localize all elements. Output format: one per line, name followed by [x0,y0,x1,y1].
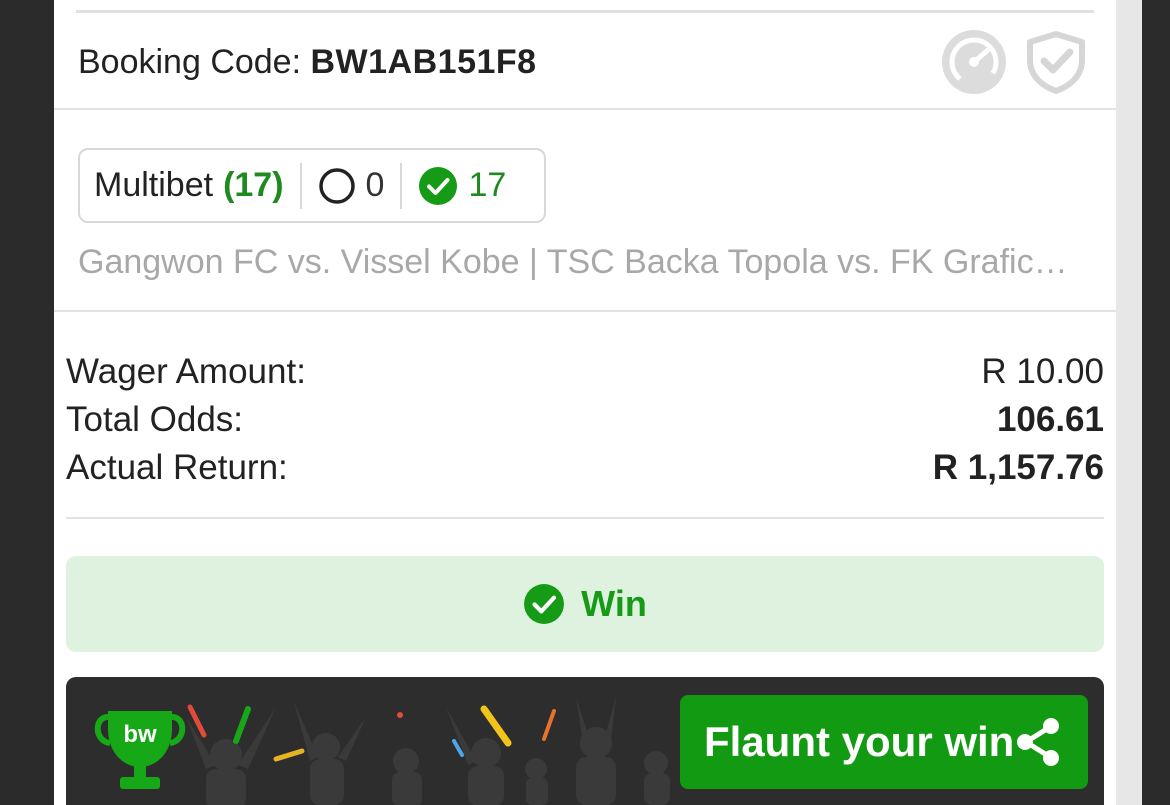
multibet-label: Multibet [94,166,214,204]
flaunt-button-label: Flaunt your win [704,718,1015,765]
multibet-chip[interactable]: Multibet (17) 0 17 [78,148,546,223]
gauge-icon[interactable] [940,28,1008,96]
booking-code-value[interactable]: BW1AB151F8 [311,43,537,81]
return-value: R 1,157.76 [932,448,1104,487]
flaunt-your-win-button[interactable]: Flaunt your win [680,695,1088,789]
check-circle-icon [524,584,565,624]
check-circle-icon [419,166,458,205]
return-row: Actual Return: R 1,157.76 [66,446,1104,490]
wager-label: Wager Amount: [66,352,306,391]
result-status: Win [581,583,647,624]
won-count: 17 [468,166,507,204]
booking-code: Booking Code: BW1AB151F8 [78,40,537,84]
flaunt-banner: bw Flaunt your win [66,677,1104,805]
odds-label: Total Odds: [66,400,244,439]
pending-count: 0 [365,166,385,204]
bet-slip-card: Booking Code: BW1AB151F8 Multibet (17) 0 [54,0,1116,805]
odds-row: Total Odds: 106.61 [66,398,1104,442]
divider [66,517,1104,519]
wager-row: Wager Amount: R 10.00 [66,350,1104,394]
chip-divider [299,162,302,209]
return-label: Actual Return: [66,448,288,487]
booking-code-label: Booking Code: [78,43,302,81]
circle-outline-icon [318,167,355,204]
result-banner: Win [66,556,1104,652]
trophy-icon: bw [94,711,186,789]
wager-value: R 10.00 [981,352,1104,391]
screen-edge [1116,0,1142,805]
logo-text: bw [123,721,157,748]
odds-value: 106.61 [996,400,1104,439]
shield-check-icon[interactable] [1024,30,1088,94]
divider [54,310,1116,312]
chip-divider [400,162,403,209]
divider [76,10,1094,13]
match-list-summary[interactable]: Gangwon FC vs. Vissel Kobe | TSC Backa T… [78,240,1088,284]
share-icon [1017,718,1059,766]
multibet-count: (17) [223,166,284,204]
divider [54,108,1116,110]
